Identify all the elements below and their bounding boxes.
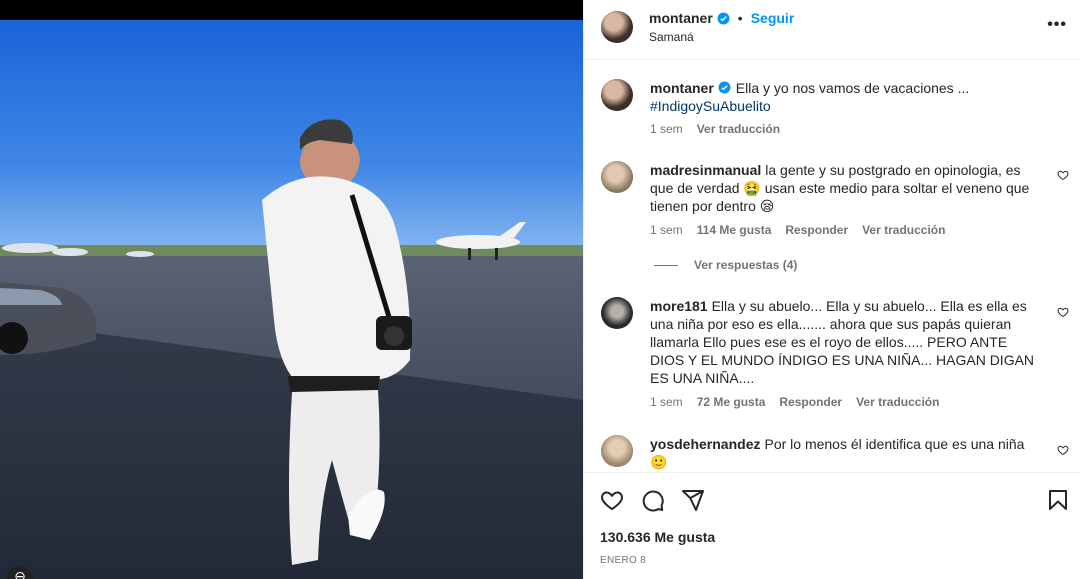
comment-like-heart-icon[interactable]: [1057, 306, 1069, 318]
follow-button[interactable]: Seguir: [751, 10, 795, 26]
author-row: montaner • Seguir: [649, 10, 794, 26]
commenter-avatar[interactable]: [601, 297, 633, 329]
view-replies-label[interactable]: Ver respuestas (4): [694, 258, 797, 272]
caption-body: Ella y yo nos vamos de vacaciones ...: [735, 80, 970, 96]
post-actions: 130.636 Me gusta Enero 8: [584, 472, 1080, 579]
post-date[interactable]: Enero 8: [600, 555, 646, 566]
comments-list[interactable]: montaner Ella y yo nos vamos de vacacione…: [584, 61, 1080, 471]
caption-translate-link[interactable]: Ver traducción: [697, 122, 780, 136]
post-side-panel: montaner • Seguir Samaná ••• montaner Ell…: [583, 0, 1080, 579]
comment-meta: 1 sem 72 Me gusta Responder Ver traducci…: [650, 395, 939, 409]
likes-count[interactable]: 130.636 Me gusta: [600, 529, 715, 545]
post-media[interactable]: ⊖: [0, 0, 583, 579]
verified-badge-icon: [717, 12, 730, 24]
comment-text: madresinmanual la gente y su postgrado en…: [650, 161, 1040, 215]
post-header: montaner • Seguir Samaná •••: [584, 0, 1080, 60]
author-username[interactable]: montaner: [649, 10, 713, 26]
reply-button[interactable]: Responder: [785, 223, 848, 237]
comment-text: yosdehernandez Por lo menos él identifica…: [650, 435, 1040, 471]
caption-avatar[interactable]: [601, 79, 633, 111]
bookmark-icon[interactable]: [1046, 488, 1070, 512]
commenter-avatar[interactable]: [601, 435, 633, 467]
comment-like-heart-icon[interactable]: [1057, 444, 1069, 456]
comment-username[interactable]: more181: [650, 298, 708, 314]
comment-username[interactable]: yosdehernandez: [650, 436, 760, 452]
comment-meta: 1 sem 114 Me gusta Responder Ver traducc…: [650, 223, 945, 237]
media-top-bar: [0, 0, 583, 20]
view-replies-button[interactable]: Ver respuestas (4): [654, 258, 797, 272]
reply-button[interactable]: Responder: [779, 395, 842, 409]
caption-username[interactable]: montaner: [650, 80, 714, 96]
comment-text: more181 Ella y su abuelo... Ella y su abu…: [650, 297, 1040, 387]
comment-time[interactable]: 1 sem: [650, 395, 683, 409]
author-avatar[interactable]: [601, 11, 633, 43]
commenter-avatar[interactable]: [601, 161, 633, 193]
comment-likes-count[interactable]: 114 Me gusta: [697, 223, 772, 237]
comment-icon[interactable]: [641, 488, 665, 512]
caption-meta: 1 sem Ver traducción: [650, 122, 780, 136]
post-photo: [0, 20, 583, 579]
heart-icon[interactable]: [600, 488, 624, 512]
caption-time[interactable]: 1 sem: [650, 122, 683, 136]
comment-time[interactable]: 1 sem: [650, 223, 683, 237]
post-location[interactable]: Samaná: [649, 30, 694, 44]
comment-likes-count[interactable]: 72 Me gusta: [697, 395, 766, 409]
comment-like-heart-icon[interactable]: [1057, 169, 1069, 181]
caption-text: montaner Ella y yo nos vamos de vacacione…: [650, 79, 1040, 115]
caption-hashtag[interactable]: #IndigoySuAbuelito: [650, 98, 771, 114]
verified-badge-icon: [718, 81, 731, 94]
separator-dot: •: [737, 10, 743, 26]
translate-link[interactable]: Ver traducción: [856, 395, 939, 409]
comment-username[interactable]: madresinmanual: [650, 162, 761, 178]
share-icon[interactable]: [681, 488, 705, 512]
more-options-icon[interactable]: •••: [1047, 17, 1067, 33]
replies-line: [654, 264, 678, 266]
translate-link[interactable]: Ver traducción: [862, 223, 945, 237]
